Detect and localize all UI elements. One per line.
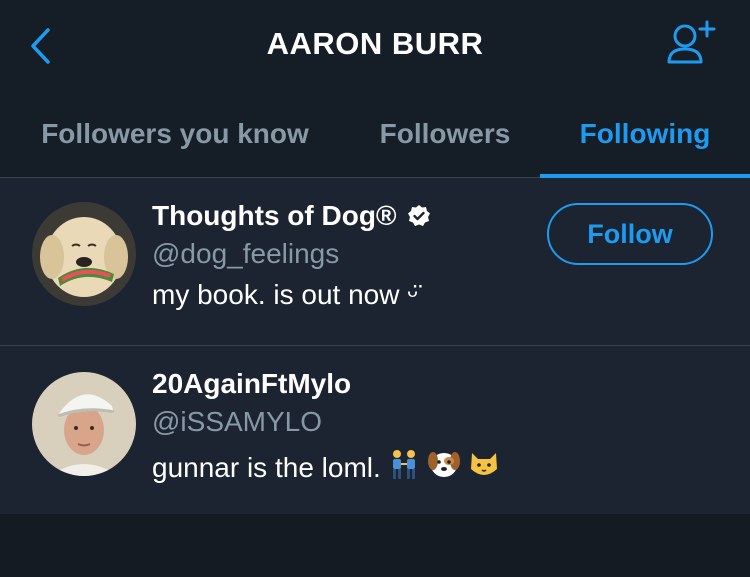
list-item[interactable]: 20AgainFtMylo @iSSAMYLO gunnar is the lo… — [0, 345, 750, 513]
user-handle: @iSSAMYLO — [152, 406, 323, 437]
user-name-text: Thoughts of Dog® — [152, 200, 397, 231]
person-avatar-image — [32, 372, 136, 476]
two-men-holding-hands-emoji — [387, 447, 421, 488]
add-user-button[interactable] — [664, 18, 720, 70]
user-name[interactable]: Thoughts of Dog® — [152, 200, 431, 232]
add-user-icon — [667, 20, 716, 64]
user-bio-text: gunnar is the loml. — [152, 451, 381, 483]
avatar[interactable] — [32, 372, 136, 476]
user-handle: @dog_feelings — [152, 238, 340, 269]
top-bar: AARON BURR — [0, 0, 750, 90]
tab-bar: Followers you know Followers Following — [0, 90, 750, 178]
tab-followers-you-know[interactable]: Followers you know — [0, 90, 350, 177]
verified-badge-icon — [407, 205, 430, 226]
cat-face-emoji — [467, 447, 501, 488]
avatar[interactable] — [32, 202, 136, 306]
list-item[interactable]: Thoughts of Dog® @dog_feelings my book. … — [0, 178, 750, 345]
follow-button[interactable]: Follow — [547, 203, 713, 265]
user-name[interactable]: 20AgainFtMylo — [152, 368, 351, 400]
page-title: AARON BURR — [266, 26, 484, 61]
dog-avatar-image — [32, 202, 136, 306]
empty-area — [0, 514, 750, 577]
tab-followers[interactable]: Followers — [350, 90, 540, 177]
user-bio: gunnar is the loml. — [152, 447, 501, 488]
tab-following[interactable]: Following — [540, 90, 750, 177]
following-list: Thoughts of Dog® @dog_feelings my book. … — [0, 178, 750, 513]
dog-face-emoji — [427, 447, 461, 488]
user-bio: my book. is out now ᵕ̈ — [152, 279, 418, 310]
